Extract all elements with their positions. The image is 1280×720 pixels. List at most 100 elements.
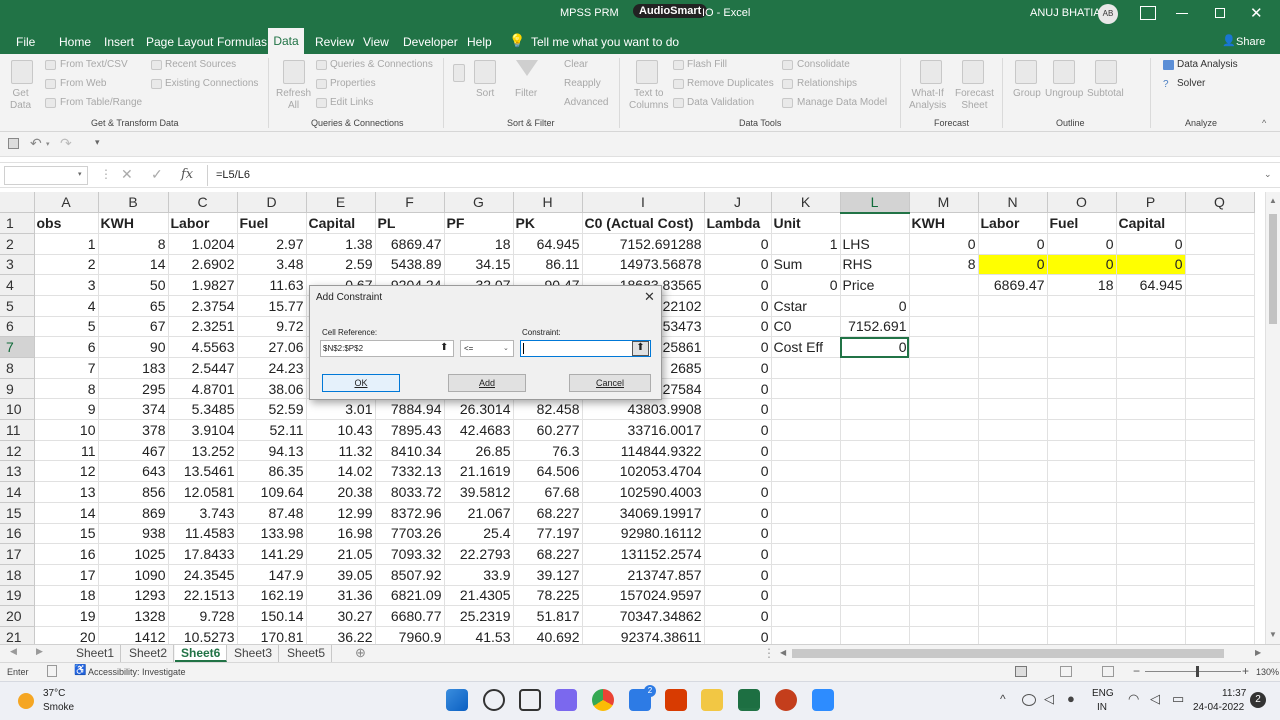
cell-l2[interactable]: LHS (840, 233, 910, 255)
windows-start-icon[interactable] (446, 689, 468, 711)
cell-g11[interactable]: 42.4683 (444, 419, 514, 441)
cell-h17[interactable]: 68.227 (513, 543, 583, 565)
cell-i14[interactable]: 102590.4003 (582, 481, 705, 503)
cell-e2[interactable]: 1.38 (306, 233, 376, 255)
cell-m7[interactable] (909, 336, 979, 358)
cell-e16[interactable]: 16.98 (306, 523, 376, 545)
name-box-dropdown-icon[interactable]: ▾ (78, 170, 82, 178)
cell-reference-collapse-icon[interactable]: ⬆ (440, 342, 448, 353)
cell-k9[interactable] (771, 378, 841, 400)
cell-o14[interactable] (1047, 481, 1117, 503)
zoom-icon[interactable] (812, 689, 834, 711)
avatar[interactable]: AB (1098, 4, 1118, 24)
cell-b14[interactable]: 856 (98, 481, 169, 503)
from-web[interactable]: From Web (60, 78, 107, 89)
cell-n7[interactable] (978, 336, 1048, 358)
cell-n13[interactable] (978, 460, 1048, 483)
cell-j9[interactable]: 0 (704, 378, 772, 400)
cell-p15[interactable] (1116, 502, 1186, 524)
collapse-ribbon-icon[interactable]: ^ (1262, 118, 1266, 128)
edit-links-button[interactable]: Edit Links (330, 97, 373, 108)
row-header[interactable]: 4 (0, 274, 35, 296)
column-header-a[interactable]: A (34, 192, 99, 214)
cell-m2[interactable]: 0 (909, 233, 979, 255)
cell-c2[interactable]: 1.0204 (168, 233, 238, 255)
cell-h18[interactable]: 39.127 (513, 564, 583, 586)
row-header[interactable]: 7 (0, 336, 35, 358)
cell-d10[interactable]: 52.59 (237, 398, 307, 421)
row-header[interactable]: 16 (0, 523, 35, 545)
cell-g1[interactable]: PF (444, 212, 514, 234)
row-header[interactable]: 19 (0, 585, 35, 607)
cell-j16[interactable]: 0 (704, 523, 772, 545)
row-header[interactable]: 15 (0, 502, 35, 524)
cell-n19[interactable] (978, 585, 1048, 607)
accessibility-status[interactable]: Accessibility: Investigate (88, 667, 186, 677)
cell-g2[interactable]: 18 (444, 233, 514, 255)
column-header-q[interactable]: Q (1185, 192, 1255, 214)
minimize-icon[interactable] (1176, 13, 1188, 14)
cell-k7[interactable]: Cost Eff (771, 336, 841, 358)
cell-p17[interactable] (1116, 543, 1186, 565)
volume-icon[interactable]: ◁ (1150, 691, 1160, 707)
cell-f1[interactable]: PL (375, 212, 445, 234)
cell-o19[interactable] (1047, 585, 1117, 607)
from-table-range[interactable]: From Table/Range (60, 97, 142, 108)
cell-k3[interactable]: Sum (771, 254, 841, 276)
close-icon[interactable]: ✕ (1250, 4, 1263, 22)
cell-e17[interactable]: 21.05 (306, 543, 376, 565)
zoom-slider-thumb[interactable] (1196, 666, 1199, 677)
subtotal-button[interactable]: Subtotal (1087, 88, 1124, 99)
cell-g16[interactable]: 25.4 (444, 523, 514, 545)
row-header[interactable]: 13 (0, 460, 35, 483)
group-button[interactable]: Group (1013, 88, 1041, 99)
cell-k2[interactable]: 1 (771, 233, 841, 255)
cell-e14[interactable]: 20.38 (306, 481, 376, 503)
cell-q6[interactable] (1185, 316, 1255, 338)
prev-sheet-icon[interactable]: ◀ (10, 646, 17, 657)
cell-a12[interactable]: 11 (34, 440, 99, 462)
cell-o18[interactable] (1047, 564, 1117, 586)
cell-k1[interactable]: Unit (771, 212, 841, 234)
cell-e11[interactable]: 10.43 (306, 419, 376, 441)
cell-c5[interactable]: 2.3754 (168, 295, 238, 317)
cell-j18[interactable]: 0 (704, 564, 772, 586)
cell-o12[interactable] (1047, 440, 1117, 462)
sheet-tab-sheet3[interactable]: Sheet3 (228, 645, 280, 662)
clear-button[interactable]: Clear (564, 59, 588, 70)
cell-g21[interactable]: 41.53 (444, 626, 514, 644)
cell-q3[interactable] (1185, 254, 1255, 276)
manage-data-model-button[interactable]: Manage Data Model (797, 97, 887, 108)
cell-g13[interactable]: 21.1619 (444, 460, 514, 483)
cell-a8[interactable]: 7 (34, 357, 99, 379)
cell-g12[interactable]: 26.85 (444, 440, 514, 462)
cell-reference-input[interactable]: $N$2:$P$2 (320, 340, 454, 357)
column-header-g[interactable]: G (444, 192, 514, 214)
get-data-button[interactable]: Get Data (10, 88, 31, 112)
cell-o11[interactable] (1047, 419, 1117, 441)
column-header-c[interactable]: C (168, 192, 238, 214)
cell-m13[interactable] (909, 460, 979, 483)
cell-p9[interactable] (1116, 378, 1186, 400)
cell-p1[interactable]: Capital (1116, 212, 1186, 234)
cell-j21[interactable]: 0 (704, 626, 772, 644)
cell-n21[interactable] (978, 626, 1048, 644)
cell-c8[interactable]: 2.5447 (168, 357, 238, 379)
cell-e20[interactable]: 30.27 (306, 605, 376, 627)
cell-a15[interactable]: 14 (34, 502, 99, 524)
cell-g15[interactable]: 21.067 (444, 502, 514, 524)
data-analysis-button[interactable]: Data Analysis (1177, 59, 1238, 70)
cell-o16[interactable] (1047, 523, 1117, 545)
cell-d12[interactable]: 94.13 (237, 440, 307, 462)
cell-p6[interactable] (1116, 316, 1186, 338)
redo-icon[interactable]: ↷ (60, 135, 72, 152)
cell-m6[interactable] (909, 316, 979, 338)
cell-a6[interactable]: 5 (34, 316, 99, 338)
row-header[interactable]: 10 (0, 398, 35, 421)
cell-f13[interactable]: 7332.13 (375, 460, 445, 483)
cell-o2[interactable]: 0 (1047, 233, 1117, 255)
undo-dropdown-icon[interactable]: ▾ (46, 140, 50, 148)
cell-q9[interactable] (1185, 378, 1255, 400)
cell-i20[interactable]: 70347.34862 (582, 605, 705, 627)
cell-k14[interactable] (771, 481, 841, 503)
